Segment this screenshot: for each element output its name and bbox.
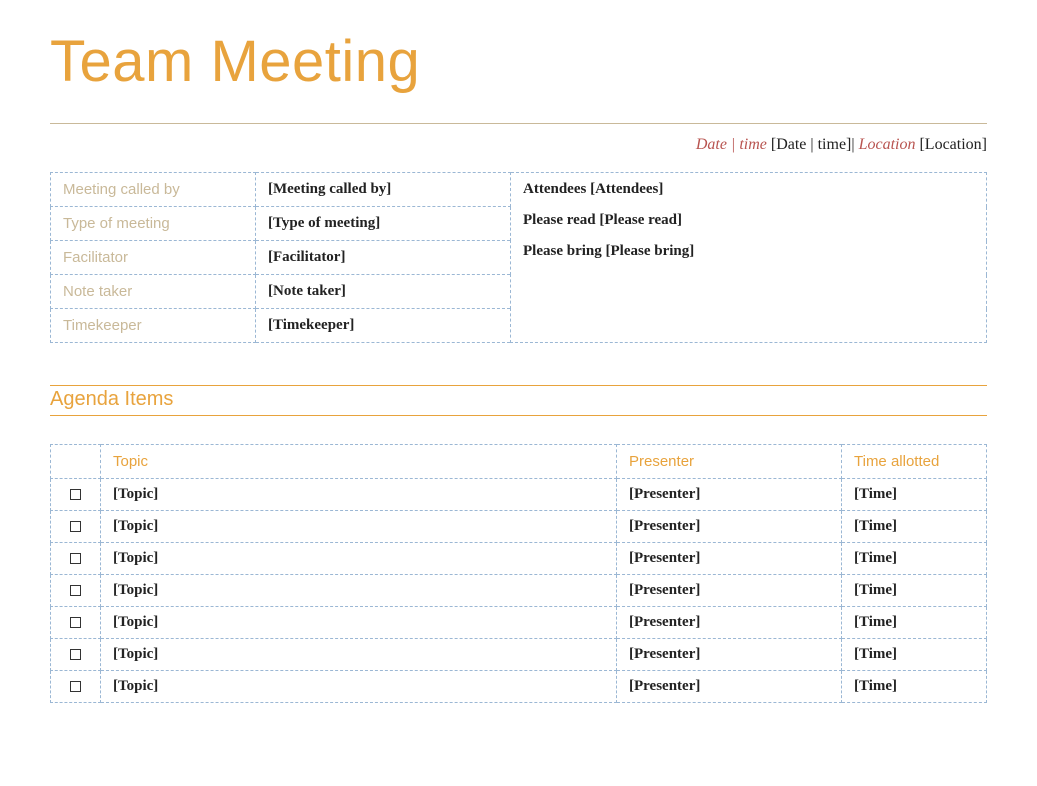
- checkbox-icon[interactable]: [70, 521, 81, 532]
- checkbox-icon[interactable]: [70, 585, 81, 596]
- label-timekeeper: Timekeeper: [51, 309, 256, 343]
- agenda-time[interactable]: [Time]: [842, 575, 987, 607]
- value-timekeeper[interactable]: [Timekeeper]: [256, 309, 511, 343]
- agenda-checkbox-cell[interactable]: [51, 671, 101, 703]
- agenda-time[interactable]: [Time]: [842, 639, 987, 671]
- checkbox-icon[interactable]: [70, 649, 81, 660]
- agenda-checkbox-cell[interactable]: [51, 607, 101, 639]
- agenda-presenter[interactable]: [Presenter]: [617, 543, 842, 575]
- agenda-row: [Topic][Presenter][Time]: [51, 639, 987, 671]
- agenda-row: [Topic][Presenter][Time]: [51, 607, 987, 639]
- attendees-line[interactable]: Attendees [Attendees]: [523, 181, 974, 212]
- agenda-time[interactable]: [Time]: [842, 511, 987, 543]
- location-value[interactable]: [Location]: [919, 136, 987, 153]
- value-type[interactable]: [Type of meeting]: [256, 207, 511, 241]
- label-note-taker: Note taker: [51, 275, 256, 309]
- please-read-line[interactable]: Please read [Please read]: [523, 212, 974, 243]
- agenda-header-presenter: Presenter: [617, 445, 842, 479]
- agenda-heading: Agenda Items: [50, 385, 987, 416]
- document-title: Team Meeting: [50, 28, 987, 95]
- agenda-checkbox-cell[interactable]: [51, 639, 101, 671]
- right-info-cell: Attendees [Attendees] Please read [Pleas…: [511, 173, 987, 343]
- agenda-row: [Topic][Presenter][Time]: [51, 543, 987, 575]
- agenda-row: [Topic][Presenter][Time]: [51, 479, 987, 511]
- agenda-presenter[interactable]: [Presenter]: [617, 479, 842, 511]
- checkbox-icon[interactable]: [70, 681, 81, 692]
- agenda-row: [Topic][Presenter][Time]: [51, 671, 987, 703]
- info-table: Meeting called by [Meeting called by] At…: [50, 172, 987, 343]
- agenda-topic[interactable]: [Topic]: [101, 671, 617, 703]
- agenda-topic[interactable]: [Topic]: [101, 575, 617, 607]
- agenda-topic[interactable]: [Topic]: [101, 543, 617, 575]
- agenda-time[interactable]: [Time]: [842, 479, 987, 511]
- please-bring-line[interactable]: Please bring [Please bring]: [523, 243, 974, 260]
- horizontal-rule: [50, 123, 987, 124]
- agenda-time[interactable]: [Time]: [842, 671, 987, 703]
- location-label: Location: [859, 136, 916, 153]
- agenda-header-topic: Topic: [101, 445, 617, 479]
- agenda-checkbox-cell[interactable]: [51, 511, 101, 543]
- agenda-presenter[interactable]: [Presenter]: [617, 607, 842, 639]
- agenda-presenter[interactable]: [Presenter]: [617, 511, 842, 543]
- checkbox-icon[interactable]: [70, 617, 81, 628]
- agenda-checkbox-cell[interactable]: [51, 479, 101, 511]
- agenda-table: Topic Presenter Time allotted [Topic][Pr…: [50, 444, 987, 703]
- agenda-presenter[interactable]: [Presenter]: [617, 671, 842, 703]
- agenda-checkbox-cell[interactable]: [51, 543, 101, 575]
- value-facilitator[interactable]: [Facilitator]: [256, 241, 511, 275]
- label-type: Type of meeting: [51, 207, 256, 241]
- agenda-row: [Topic][Presenter][Time]: [51, 575, 987, 607]
- value-called-by[interactable]: [Meeting called by]: [256, 173, 511, 207]
- agenda-topic[interactable]: [Topic]: [101, 639, 617, 671]
- meta-line: Date | time [Date | time]| Location [Loc…: [50, 136, 987, 154]
- agenda-header-time: Time allotted: [842, 445, 987, 479]
- agenda-header-check: [51, 445, 101, 479]
- agenda-row: [Topic][Presenter][Time]: [51, 511, 987, 543]
- checkbox-icon[interactable]: [70, 489, 81, 500]
- datetime-label: Date | time: [696, 136, 767, 153]
- agenda-time[interactable]: [Time]: [842, 607, 987, 639]
- label-facilitator: Facilitator: [51, 241, 256, 275]
- value-note-taker[interactable]: [Note taker]: [256, 275, 511, 309]
- checkbox-icon[interactable]: [70, 553, 81, 564]
- datetime-value[interactable]: [Date | time]: [771, 136, 852, 153]
- agenda-time[interactable]: [Time]: [842, 543, 987, 575]
- agenda-topic[interactable]: [Topic]: [101, 607, 617, 639]
- agenda-topic[interactable]: [Topic]: [101, 479, 617, 511]
- agenda-presenter[interactable]: [Presenter]: [617, 639, 842, 671]
- agenda-topic[interactable]: [Topic]: [101, 511, 617, 543]
- agenda-presenter[interactable]: [Presenter]: [617, 575, 842, 607]
- label-called-by: Meeting called by: [51, 173, 256, 207]
- agenda-checkbox-cell[interactable]: [51, 575, 101, 607]
